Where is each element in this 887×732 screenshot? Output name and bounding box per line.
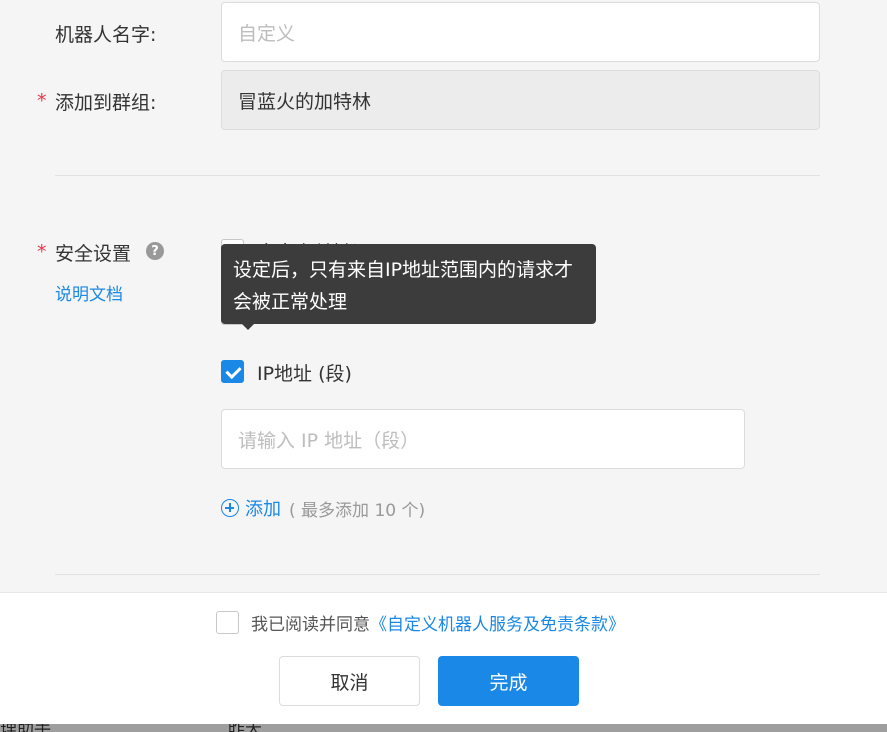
add-ip-hint: ( 最多添加 10 个) bbox=[289, 500, 426, 521]
terms-link[interactable]: 《自定义机器人服务及免责条款》 bbox=[370, 610, 625, 635]
doc-link[interactable]: 说明文档 bbox=[55, 280, 123, 305]
dialog-footer: 我已阅读并同意 《自定义机器人服务及免责条款》 取消 完成 bbox=[0, 592, 887, 724]
done-button[interactable]: 完成 bbox=[438, 656, 579, 706]
add-ip-link[interactable]: 添加 bbox=[245, 495, 281, 521]
ip-address-input[interactable]: 请输入 IP 地址（段） bbox=[221, 409, 745, 469]
add-ip-row[interactable]: 添加 ( 最多添加 10 个) bbox=[221, 495, 425, 521]
group-field: 冒蓝火的加特林 bbox=[221, 70, 820, 130]
background-item-name: 理助手 bbox=[0, 724, 51, 732]
divider bbox=[55, 175, 820, 176]
robot-name-input[interactable]: 自定义 bbox=[221, 2, 820, 62]
agreement-row: 我已阅读并同意 《自定义机器人服务及免责条款》 bbox=[216, 610, 625, 635]
agree-text: 我已阅读并同意 bbox=[251, 615, 370, 635]
security-label: 安全设置 bbox=[55, 243, 132, 265]
group-label: 添加到群组: bbox=[55, 92, 157, 114]
help-icon[interactable]: ? bbox=[146, 242, 164, 260]
ip-option-label: IP地址 (段) bbox=[257, 363, 352, 385]
tooltip-arrow bbox=[241, 323, 255, 330]
cancel-button[interactable]: 取消 bbox=[279, 656, 420, 706]
background-list-strip: 理助手 昨天 bbox=[0, 724, 887, 732]
ip-checkbox[interactable] bbox=[221, 360, 244, 383]
background-item-time: 昨天 bbox=[228, 724, 262, 732]
ip-tooltip: 设定后，只有来自IP地址范围内的请求才会被正常处理 bbox=[221, 244, 596, 324]
divider bbox=[55, 574, 820, 575]
required-mark: * bbox=[37, 241, 47, 263]
required-mark: * bbox=[37, 90, 47, 112]
agree-checkbox[interactable] bbox=[216, 611, 239, 634]
plus-circle-icon bbox=[221, 499, 239, 517]
robot-name-label: 机器人名字: bbox=[55, 24, 157, 46]
